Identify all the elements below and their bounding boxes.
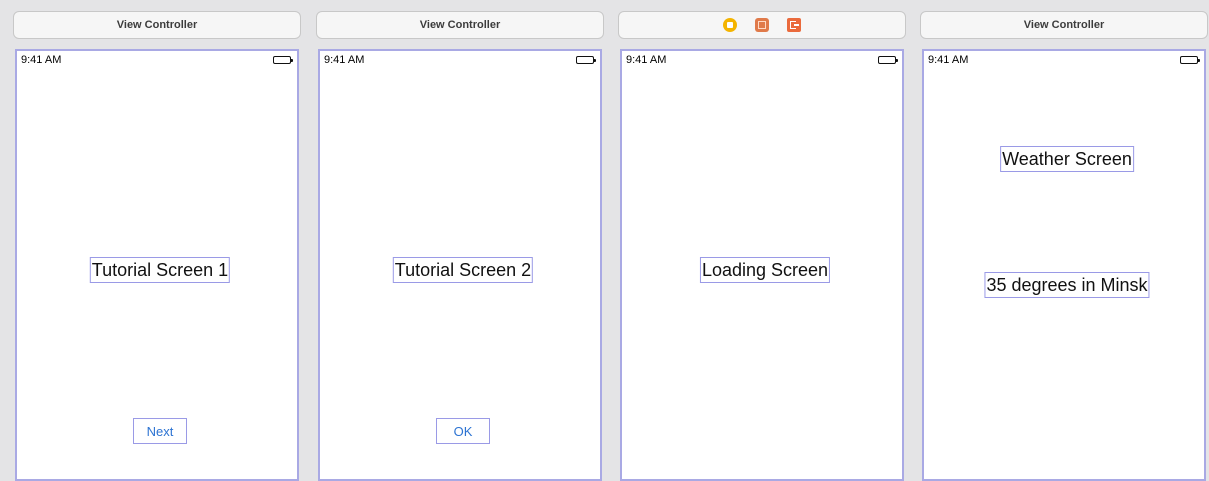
device-frame[interactable]: 9:41 AM Tutorial Screen 2 OK xyxy=(318,49,602,481)
temperature-label[interactable]: 35 degrees in Minsk xyxy=(984,272,1150,298)
status-bar-time: 9:41 AM xyxy=(324,54,365,66)
scene-tutorial-2[interactable]: View Controller 9:41 AM Tutorial Screen … xyxy=(316,11,604,481)
device-frame[interactable]: 9:41 AM Tutorial Screen 1 Next xyxy=(15,49,299,481)
device-frame[interactable]: 9:41 AM Loading Screen xyxy=(620,49,904,481)
ok-button[interactable]: OK xyxy=(436,418,490,444)
scene-dock[interactable]: View Controller xyxy=(316,11,604,39)
status-bar-time: 9:41 AM xyxy=(21,54,62,66)
scene-dock[interactable]: View Controller xyxy=(13,11,301,39)
scene-loading[interactable]: 9:41 AM Loading Screen xyxy=(618,11,906,481)
scene-dock-title: View Controller xyxy=(116,19,198,31)
status-bar-time: 9:41 AM xyxy=(626,54,667,66)
battery-icon xyxy=(1180,56,1200,64)
screen-title-label[interactable]: Tutorial Screen 2 xyxy=(392,257,534,283)
scene-dock[interactable] xyxy=(618,11,906,39)
scene-dock[interactable]: View Controller xyxy=(920,11,1208,39)
view-controller-icon[interactable] xyxy=(723,18,737,32)
status-bar-time: 9:41 AM xyxy=(928,54,969,66)
screen-title-label[interactable]: Weather Screen xyxy=(1000,146,1134,172)
first-responder-icon[interactable] xyxy=(755,18,769,32)
scene-tutorial-1[interactable]: View Controller 9:41 AM Tutorial Screen … xyxy=(13,11,301,481)
scene-dock-title: View Controller xyxy=(419,19,501,31)
scene-weather[interactable]: View Controller 9:41 AM Weather Screen 3… xyxy=(920,11,1208,481)
next-button[interactable]: Next xyxy=(133,418,187,444)
battery-icon xyxy=(878,56,898,64)
battery-icon xyxy=(576,56,596,64)
screen-title-label[interactable]: Tutorial Screen 1 xyxy=(89,257,231,283)
battery-icon xyxy=(273,56,293,64)
scene-dock-title: View Controller xyxy=(1023,19,1105,31)
device-frame[interactable]: 9:41 AM Weather Screen 35 degrees in Min… xyxy=(922,49,1206,481)
screen-title-label[interactable]: Loading Screen xyxy=(699,257,831,283)
exit-icon[interactable] xyxy=(787,18,801,32)
